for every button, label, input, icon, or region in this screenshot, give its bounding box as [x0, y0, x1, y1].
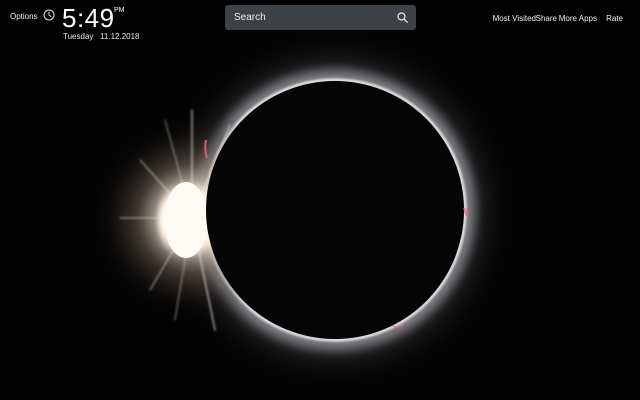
clock-ampm: PM [114, 7, 125, 14]
clock-time: 5:49 [62, 3, 115, 33]
eclipse-wallpaper [0, 0, 640, 400]
clock-icon[interactable] [43, 9, 55, 21]
search-input[interactable] [225, 5, 385, 30]
options-link[interactable]: Options [10, 12, 38, 21]
share-link[interactable]: Share [536, 14, 557, 23]
weekday-label: Tuesday [63, 32, 94, 41]
date-display: Tuesday 11.12.2018 [63, 32, 140, 41]
more-apps-link[interactable]: More Apps [559, 14, 597, 23]
rate-link[interactable]: Rate [606, 14, 623, 23]
search-icon[interactable] [397, 12, 408, 23]
new-tab-page: Options 5:49 PM Tuesday 11.12.2018 Most … [0, 0, 640, 400]
search-box[interactable] [225, 5, 416, 30]
date-label: 11.12.2018 [100, 32, 140, 41]
most-visited-link[interactable]: Most Visited [493, 14, 536, 23]
